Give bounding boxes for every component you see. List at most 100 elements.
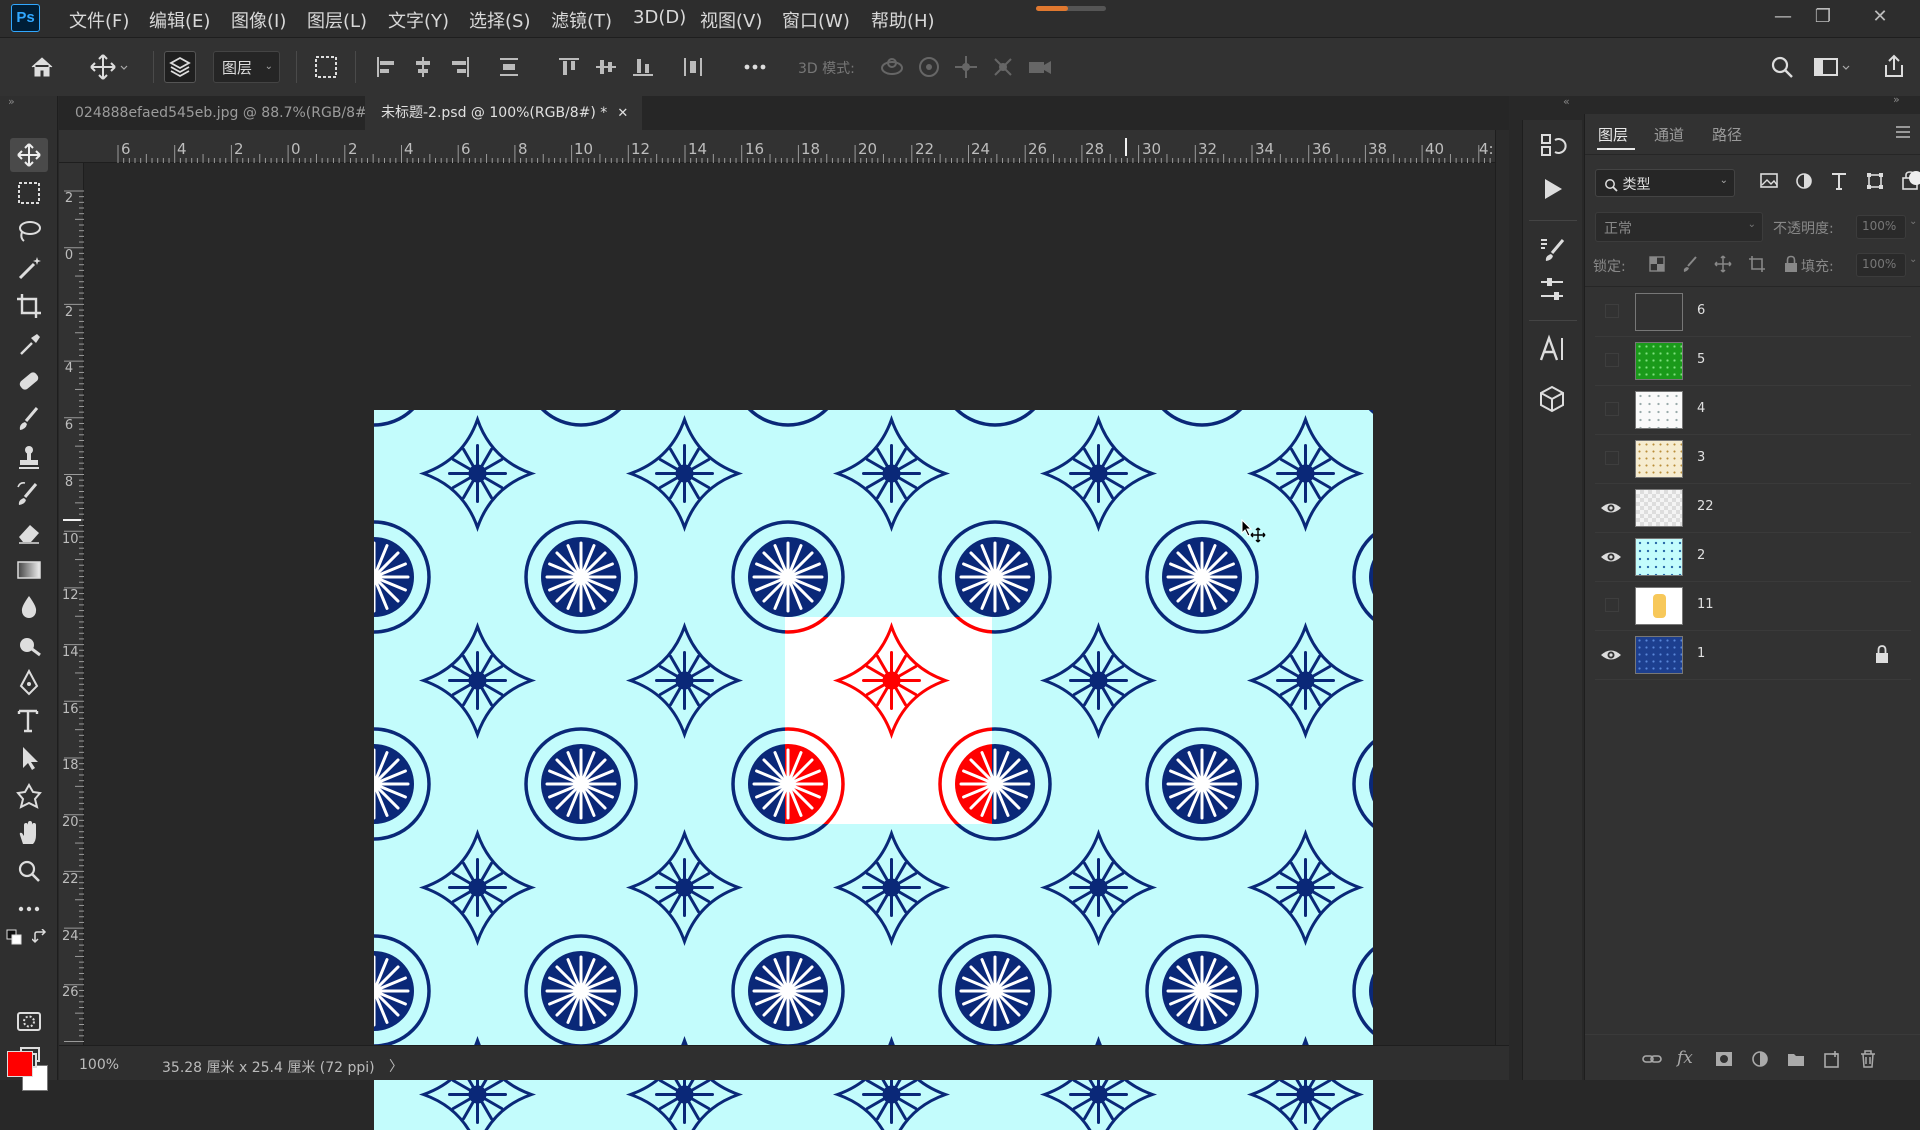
pan-3d-icon[interactable]: [950, 51, 982, 83]
menu-file[interactable]: 文件(F): [69, 7, 129, 33]
layer-name[interactable]: 11: [1697, 597, 1714, 612]
filter-toggle-icon[interactable]: [1909, 171, 1920, 185]
eyedropper-tool-button[interactable]: [10, 327, 48, 361]
lasso-tool-button[interactable]: [10, 214, 48, 248]
blend-mode-dropdown[interactable]: 正常 ⌄: [1595, 212, 1763, 242]
menu-help[interactable]: 帮助(H): [871, 7, 935, 33]
close-tab-icon[interactable]: ✕: [617, 106, 628, 121]
menu-3d[interactable]: 3D(D): [633, 7, 686, 28]
eye-icon[interactable]: [1599, 545, 1623, 569]
layer-name[interactable]: 4: [1697, 401, 1705, 416]
visibility-toggle[interactable]: [1605, 598, 1619, 612]
menu-filter[interactable]: 滤镜(T): [551, 7, 612, 33]
brush-settings-panel-icon[interactable]: [1535, 272, 1569, 306]
layer-row[interactable]: 22: [1585, 484, 1920, 532]
visibility-toggle[interactable]: [1605, 304, 1619, 318]
share-icon[interactable]: [1878, 51, 1910, 83]
transform-controls-icon[interactable]: [310, 51, 342, 83]
delete-layer-icon[interactable]: [1857, 1048, 1879, 1070]
path-selection-tool-button[interactable]: [10, 741, 48, 775]
eraser-tool-button[interactable]: [10, 515, 48, 549]
restore-button[interactable]: ❐: [1803, 2, 1843, 32]
lock-position-icon[interactable]: [1713, 254, 1733, 274]
layer-row[interactable]: 11: [1585, 582, 1920, 630]
quick-mask-button[interactable]: [10, 1004, 48, 1038]
layer-row[interactable]: 3: [1585, 435, 1920, 483]
filter-shape-icon[interactable]: [1863, 169, 1887, 193]
orbit-3d-icon[interactable]: [876, 51, 908, 83]
lock-transparent-pixels-icon[interactable]: [1647, 254, 1667, 274]
collapse-arrows-icon[interactable]: «: [1563, 95, 1570, 108]
scale-3d-icon[interactable]: [1024, 51, 1056, 83]
gradient-tool-button[interactable]: [10, 553, 48, 587]
type-tool-button[interactable]: [10, 703, 48, 737]
lock-image-pixels-icon[interactable]: [1680, 254, 1700, 274]
visibility-toggle[interactable]: [1605, 451, 1619, 465]
layer-row[interactable]: 1: [1585, 631, 1920, 679]
menu-edit[interactable]: 编辑(E): [149, 7, 210, 33]
close-button[interactable]: ✕: [1860, 2, 1900, 32]
default-colors-icon[interactable]: [6, 929, 22, 945]
status-menu-arrow[interactable]: 〉: [389, 1056, 403, 1076]
auto-select-icon[interactable]: [164, 51, 196, 83]
filter-pixel-icon[interactable]: [1757, 169, 1781, 193]
menu-select[interactable]: 选择(S): [469, 7, 530, 33]
fill-input[interactable]: 100%: [1856, 253, 1906, 277]
app-logo[interactable]: Ps: [11, 4, 40, 32]
align-center-icon[interactable]: [407, 51, 439, 83]
layer-row[interactable]: 2: [1585, 533, 1920, 581]
eye-icon[interactable]: [1599, 496, 1623, 520]
opacity-input[interactable]: 100%: [1856, 215, 1906, 239]
hand-tool-button[interactable]: [10, 816, 48, 850]
menu-window[interactable]: 窗口(W): [782, 7, 850, 33]
slide-3d-icon[interactable]: [987, 51, 1019, 83]
layer-name[interactable]: 3: [1697, 450, 1705, 465]
filter-adjustment-icon[interactable]: [1792, 169, 1816, 193]
align-middle-icon[interactable]: [590, 51, 622, 83]
swap-colors-icon[interactable]: [32, 929, 48, 945]
menu-layer[interactable]: 图层(L): [307, 7, 367, 33]
actions-panel-icon[interactable]: [1535, 172, 1569, 206]
more-options-icon[interactable]: [739, 51, 771, 83]
history-panel-icon[interactable]: [1535, 128, 1569, 162]
distribute-vertical-icon[interactable]: [493, 51, 525, 83]
history-brush-tool-button[interactable]: [10, 477, 48, 511]
collapse-arrows-icon[interactable]: »: [8, 95, 15, 108]
visibility-toggle[interactable]: [1605, 402, 1619, 416]
pen-tool-button[interactable]: [10, 666, 48, 700]
new-layer-icon[interactable]: [1821, 1048, 1843, 1070]
chevron-down-icon[interactable]: ⌄: [1909, 254, 1917, 265]
collapse-arrows-icon[interactable]: »: [1893, 93, 1900, 106]
search-icon[interactable]: [1766, 51, 1798, 83]
layer-name[interactable]: 5: [1697, 352, 1705, 367]
magic-wand-tool-button[interactable]: [10, 251, 48, 285]
layer-name[interactable]: 1: [1697, 646, 1705, 661]
vertical-scrollbar[interactable]: [1495, 130, 1509, 1045]
chevron-down-icon[interactable]: ⌄: [1909, 216, 1917, 227]
menu-image[interactable]: 图像(I): [231, 7, 286, 33]
link-layers-icon[interactable]: [1641, 1048, 1663, 1070]
panel-menu-icon[interactable]: [1895, 124, 1911, 140]
filter-type-icon[interactable]: [1827, 169, 1851, 193]
dodge-tool-button[interactable]: [10, 628, 48, 662]
move-tool-button[interactable]: [10, 138, 48, 172]
new-group-icon[interactable]: [1785, 1048, 1807, 1070]
roll-3d-icon[interactable]: [913, 51, 945, 83]
eye-icon[interactable]: [1599, 643, 1623, 667]
layer-name[interactable]: 6: [1697, 303, 1705, 318]
tab-layers[interactable]: 图层: [1598, 124, 1628, 145]
marquee-tool-button[interactable]: [10, 176, 48, 210]
add-mask-icon[interactable]: [1713, 1048, 1735, 1070]
canvas-workspace[interactable]: [85, 163, 1495, 1130]
layer-row[interactable]: 4: [1585, 386, 1920, 434]
zoom-level[interactable]: 100%: [79, 1057, 119, 1073]
align-top-icon[interactable]: [553, 51, 585, 83]
brush-tool-button[interactable]: [10, 402, 48, 436]
lock-all-icon[interactable]: [1781, 254, 1801, 274]
foreground-color-swatch[interactable]: [7, 1051, 33, 1077]
3d-panel-icon[interactable]: [1535, 382, 1569, 416]
layer-row[interactable]: 6: [1585, 288, 1920, 336]
layer-filter-dropdown[interactable]: 类型 ⌄: [1595, 169, 1735, 197]
auto-select-target-dropdown[interactable]: 图层 ⌄: [213, 51, 280, 83]
lock-artboard-icon[interactable]: [1747, 254, 1767, 274]
